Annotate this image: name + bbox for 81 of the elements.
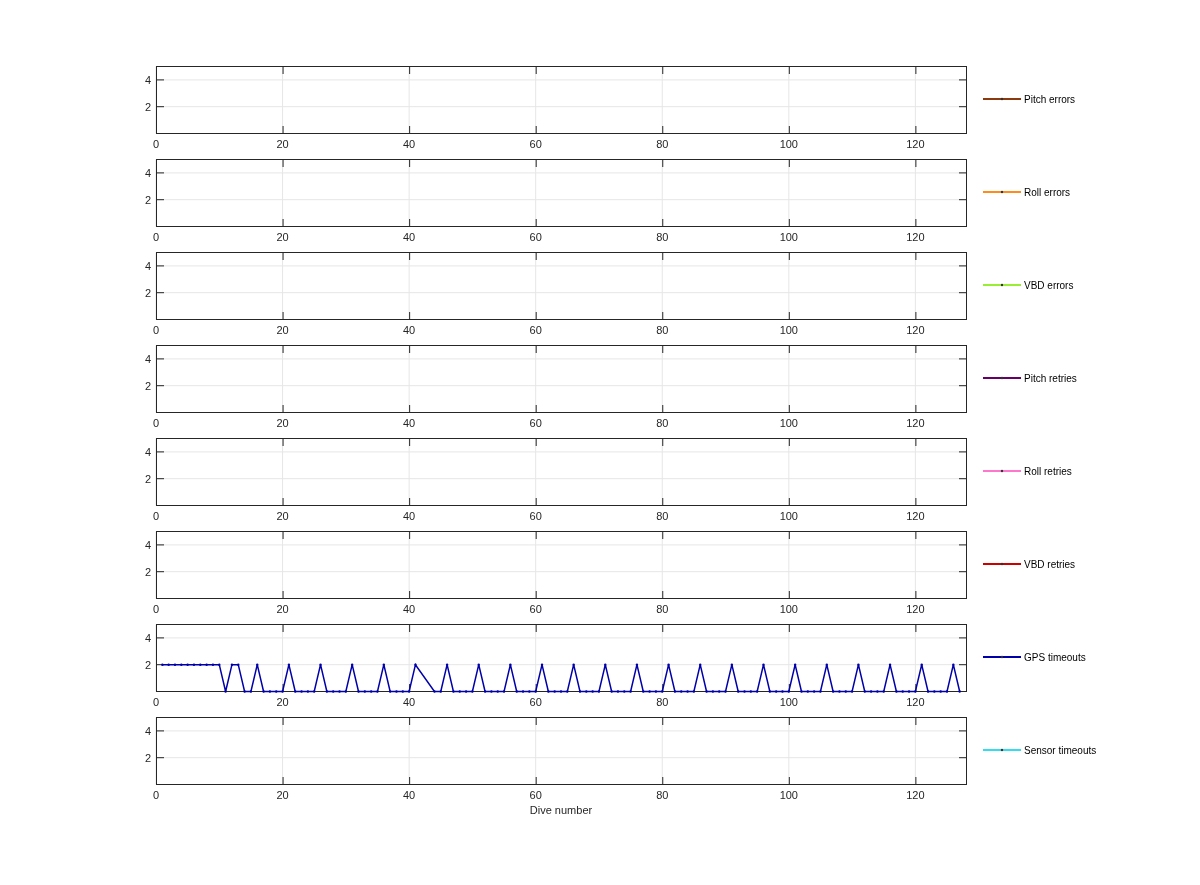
legend-label: Pitch errors	[1024, 94, 1076, 105]
tick-label: 4	[144, 724, 151, 737]
tick-label: 120	[906, 324, 925, 336]
tick-label: 60	[529, 789, 542, 801]
tick-label: 2	[144, 751, 151, 764]
tick-label: 4	[144, 166, 151, 179]
tick-label: 80	[656, 417, 669, 429]
tick-label: 2	[144, 100, 151, 113]
legend-label: Sensor timeouts	[1024, 745, 1097, 756]
tick-label: 60	[529, 324, 542, 336]
tick-label: 4	[144, 445, 151, 458]
tick-label: 20	[276, 696, 289, 708]
tick-label: 80	[656, 603, 669, 615]
legend-label: Roll errors	[1024, 187, 1071, 198]
tick-label: 2	[144, 472, 151, 485]
tick-label: 4	[144, 631, 151, 644]
tick-label: 60	[529, 510, 542, 522]
tick-label: 40	[403, 510, 416, 522]
tick-label: 60	[529, 231, 542, 243]
tick-label: 100	[779, 417, 798, 429]
tick-label: 2	[144, 193, 151, 206]
tick-label: 80	[656, 138, 669, 150]
tick-label: 60	[529, 603, 542, 615]
legend-label: VBD retries	[1024, 559, 1076, 570]
tick-label: 60	[529, 696, 542, 708]
tick-label: 40	[403, 417, 416, 429]
tick-label: 4	[144, 73, 151, 86]
tick-label: 20	[276, 510, 289, 522]
tick-label: 120	[906, 603, 925, 615]
tick-label: 100	[779, 603, 798, 615]
tick-label: 100	[779, 510, 798, 522]
tick-label: 80	[656, 324, 669, 336]
tick-label: 0	[152, 603, 160, 615]
legend-label: Roll retries	[1024, 466, 1072, 477]
tick-label: 100	[779, 231, 798, 243]
tick-label: 40	[403, 603, 416, 615]
tick-label: 20	[276, 138, 289, 150]
tick-label: 120	[906, 696, 925, 708]
tick-label: 80	[656, 696, 669, 708]
legend-label: Pitch retries	[1024, 373, 1077, 384]
tick-label: 40	[403, 231, 416, 243]
tick-label: 80	[656, 231, 669, 243]
legend-label: GPS timeouts	[1024, 652, 1086, 663]
tick-label: 2	[144, 565, 151, 578]
tick-label: 40	[403, 696, 416, 708]
tick-label: 80	[656, 789, 669, 801]
tick-label: 20	[276, 603, 289, 615]
tick-label: 120	[906, 789, 925, 801]
tick-label: 120	[906, 417, 925, 429]
tick-label: 40	[403, 789, 416, 801]
tick-label: 4	[144, 259, 151, 272]
axis-label: Dive number	[529, 804, 593, 816]
tick-label: 40	[403, 138, 416, 150]
tick-label: 4	[144, 352, 151, 365]
tick-label: 20	[276, 417, 289, 429]
tick-label: 4	[144, 538, 151, 551]
tick-label: 20	[276, 324, 289, 336]
tick-label: 100	[779, 138, 798, 150]
tick-label: 0	[152, 324, 160, 336]
legend-label: VBD errors	[1024, 280, 1074, 291]
tick-label: 120	[906, 510, 925, 522]
tick-label: 20	[276, 231, 289, 243]
tick-label: 2	[144, 286, 151, 299]
tick-label: 0	[152, 789, 160, 801]
tick-label: 0	[152, 417, 160, 429]
tick-label: 2	[144, 658, 151, 671]
tick-label: 100	[779, 324, 798, 336]
tick-label: 80	[656, 510, 669, 522]
tick-label: 40	[403, 324, 416, 336]
tick-label: 20	[276, 789, 289, 801]
tick-label: 100	[779, 696, 798, 708]
tick-label: 2	[144, 379, 151, 392]
tick-label: 0	[152, 138, 160, 150]
tick-label: 0	[152, 231, 160, 243]
tick-label: 100	[779, 789, 798, 801]
tick-label: 0	[152, 696, 160, 708]
tick-label: 0	[152, 510, 160, 522]
tick-label: 120	[906, 138, 925, 150]
tick-label: 120	[906, 231, 925, 243]
tick-label: 60	[529, 417, 542, 429]
tick-label: 60	[529, 138, 542, 150]
